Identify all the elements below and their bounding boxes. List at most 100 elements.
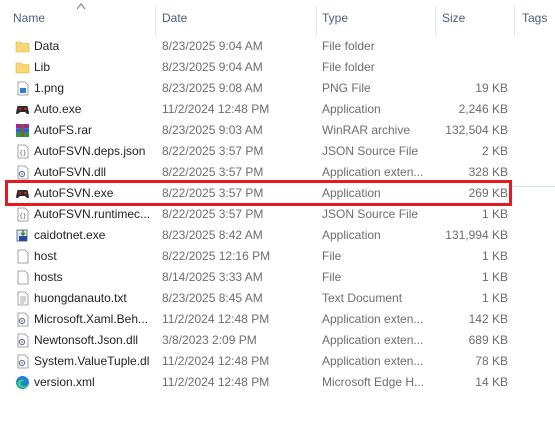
file-row[interactable]: caidotnet.exe 8/23/2025 8:42 AM Applicatio… (0, 225, 555, 246)
file-type: Application (322, 102, 381, 116)
file-name: 1.png (34, 81, 65, 95)
file-size: 1 KB (481, 249, 508, 263)
file-date: 8/14/2025 3:33 AM (162, 270, 263, 284)
file-type: File folder (322, 60, 375, 74)
file-row[interactable]: {} AutoFSVN.runtimec... 8/22/2025 3:57 PM J… (0, 204, 555, 225)
file-date: 11/2/2024 12:48 PM (162, 375, 270, 389)
winrar-archive-icon (15, 123, 30, 138)
dll-file-icon (15, 165, 30, 180)
file-size: 78 KB (475, 354, 508, 368)
file-size: 19 KB (475, 81, 508, 95)
file-size: 2 KB (481, 144, 508, 158)
file-size: 142 KB (468, 312, 508, 326)
file-row[interactable]: Data 8/23/2025 9:04 AM File folder (0, 36, 555, 57)
file-row[interactable]: version.xml 11/2/2024 12:48 PM Microsoft E… (0, 372, 555, 393)
file-row[interactable]: {} AutoFSVN.deps.json 8/22/2025 3:57 PM JSO… (0, 141, 555, 162)
column-divider[interactable] (316, 6, 317, 36)
file-type: JSON Source File (322, 144, 419, 158)
column-header-tags[interactable]: Tags (522, 0, 547, 36)
file-type: Application exten... (322, 333, 424, 347)
file-type: Text Document (322, 291, 403, 305)
dll-file-icon (15, 354, 30, 369)
column-divider[interactable] (155, 6, 156, 36)
folder-icon (15, 60, 30, 75)
folder-icon (15, 39, 30, 54)
installer-app-icon (15, 228, 30, 243)
column-header-size[interactable]: Size (442, 0, 465, 36)
file-date: 8/22/2025 3:57 PM (162, 207, 264, 221)
file-size: 132,504 KB (445, 123, 508, 137)
file-size: 1 KB (481, 270, 508, 284)
file-name: host (34, 249, 57, 263)
file-size: 1 KB (481, 207, 508, 221)
file-name: Data (34, 39, 60, 53)
svg-text:{}: {} (19, 213, 26, 220)
file-date: 8/23/2025 9:04 AM (162, 60, 263, 74)
file-row[interactable]: huongdanauto.txt 8/23/2025 8:45 AM Text Do… (0, 288, 555, 309)
file-row[interactable]: Auto.exe 11/2/2024 12:48 PM Application 2,2… (0, 99, 555, 120)
column-header-type[interactable]: Type (322, 0, 348, 36)
file-row[interactable]: host 8/22/2025 12:16 PM File 1 KB (0, 246, 555, 267)
file-name: caidotnet.exe (34, 228, 106, 242)
text-file-icon (15, 291, 30, 306)
dll-file-icon (15, 333, 30, 348)
file-name: huongdanauto.txt (34, 291, 127, 305)
file-date: 3/8/2023 2:09 PM (162, 333, 257, 347)
file-type: File (322, 270, 342, 284)
file-date: 11/2/2024 12:48 PM (162, 312, 270, 326)
file-name: AutoFSVN.deps.json (34, 144, 146, 158)
file-date: 8/23/2025 8:45 AM (162, 291, 263, 305)
file-date: 8/22/2025 3:57 PM (162, 144, 264, 158)
gamepad-app-icon (15, 102, 30, 117)
file-size: 14 KB (475, 375, 508, 389)
file-name: Lib (34, 60, 51, 74)
sort-ascending-icon (76, 3, 86, 10)
file-name: AutoFSVN.runtimec... (34, 207, 150, 221)
file-name: version.xml (34, 375, 95, 389)
file-date: 8/22/2025 12:16 PM (162, 249, 271, 263)
file-date: 8/23/2025 9:04 AM (162, 39, 263, 53)
file-date: 11/2/2024 12:48 PM (162, 354, 270, 368)
file-date: 11/2/2024 12:48 PM (162, 102, 270, 116)
file-row[interactable]: System.ValueTuple.dll 11/2/2024 12:48 PM A… (0, 351, 555, 372)
column-header-date[interactable]: Date (162, 0, 187, 36)
file-size: 689 KB (468, 333, 508, 347)
file-type: WinRAR archive (322, 123, 411, 137)
file-name: AutoFS.rar (34, 123, 93, 137)
file-size: 131,994 KB (445, 228, 508, 242)
column-divider[interactable] (435, 6, 436, 36)
selection-line (512, 186, 555, 187)
highlight-box (5, 180, 512, 206)
file-row[interactable]: AutoFS.rar 8/23/2025 9:03 AM WinRAR archiv… (0, 120, 555, 141)
file-row[interactable]: hosts 8/14/2025 3:33 AM File 1 KB (0, 267, 555, 288)
json-file-icon: {} (15, 207, 30, 222)
dll-file-icon (15, 312, 30, 327)
file-name: Auto.exe (34, 102, 82, 116)
file-row[interactable]: Microsoft.Xaml.Beh... 11/2/2024 12:48 PM A… (0, 309, 555, 330)
file-name: Microsoft.Xaml.Beh... (34, 312, 149, 326)
file-type: Microsoft Edge H... (322, 375, 425, 389)
file-date: 8/23/2025 9:03 AM (162, 123, 263, 137)
file-type: Application exten... (322, 312, 424, 326)
file-type: File (322, 249, 342, 263)
file-size: 1 KB (481, 291, 508, 305)
file-name: System.ValueTuple.dll (34, 354, 150, 368)
file-name: Newtonsoft.Json.dll (34, 333, 139, 347)
file-row[interactable]: Lib 8/23/2025 9:04 AM File folder (0, 57, 555, 78)
file-date: 8/23/2025 8:42 AM (162, 228, 263, 242)
svg-text:{}: {} (19, 150, 26, 157)
file-row[interactable]: Newtonsoft.Json.dll 3/8/2023 2:09 PM Appli… (0, 330, 555, 351)
file-type: Application exten... (322, 354, 424, 368)
json-file-icon: {} (15, 144, 30, 159)
file-type: Application (322, 228, 381, 242)
column-header-name[interactable]: Name (13, 0, 45, 36)
edge-xml-icon (15, 375, 30, 390)
file-size: 2,246 KB (458, 102, 508, 116)
blank-file-icon (15, 270, 30, 285)
file-row[interactable]: 1.png 8/23/2025 9:08 AM PNG File 19 KB (0, 78, 555, 99)
file-type: PNG File (322, 81, 371, 95)
column-divider[interactable] (514, 6, 515, 36)
column-header-row: Name Date Type Size Tags (0, 0, 555, 36)
file-name: hosts (34, 270, 63, 284)
file-type: File folder (322, 39, 375, 53)
